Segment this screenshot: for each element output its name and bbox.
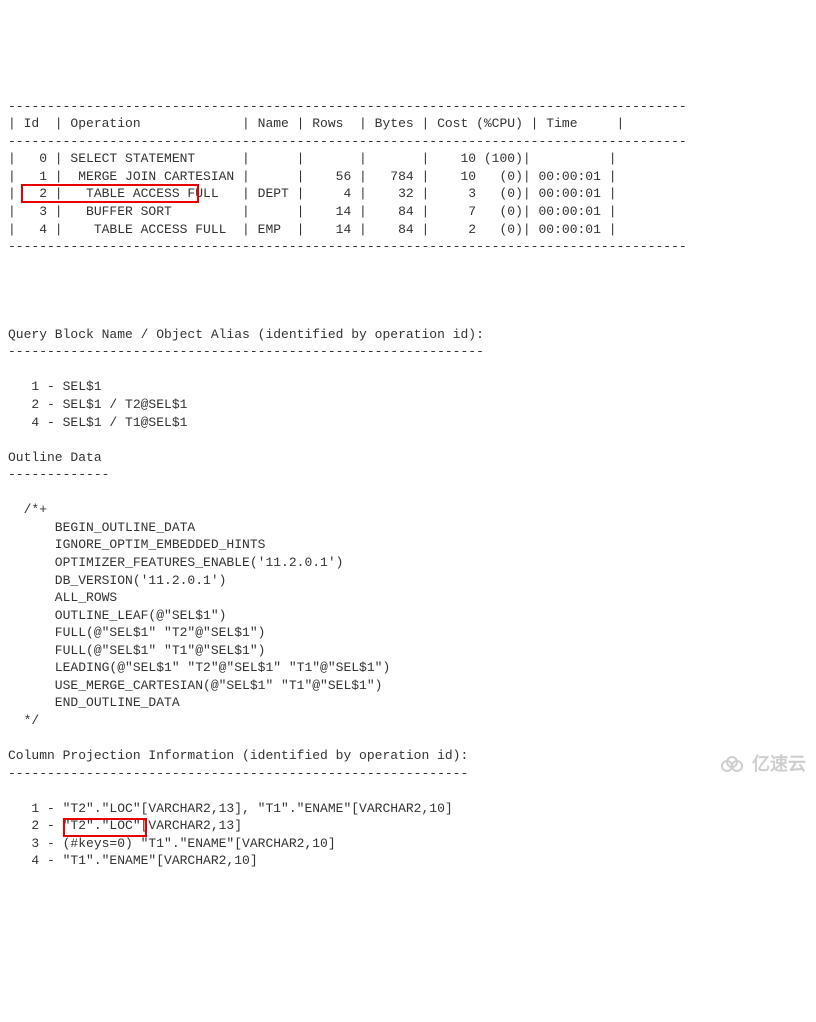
outline-hint-5: OUTLINE_LEAF(@"SEL$1") bbox=[8, 608, 226, 623]
proj-lines: 1 - "T2"."LOC"[VARCHAR2,13], "T1"."ENAME… bbox=[8, 782, 808, 887]
outline-hint-4: ALL_ROWS bbox=[8, 590, 117, 605]
proj-line-2: 2 - "T2"."LOC"[VARCHAR2,13] bbox=[8, 818, 242, 833]
outline-title: Outline Data bbox=[8, 450, 102, 465]
outline-hint-2: OPTIMIZER_FEATURES_ENABLE('11.2.0.1') bbox=[8, 555, 343, 570]
plan-table: ----------------------------------------… bbox=[8, 80, 808, 273]
proj-underline: ----------------------------------------… bbox=[8, 766, 468, 781]
outline-open: /*+ bbox=[8, 502, 47, 517]
outline-close: */ bbox=[8, 713, 39, 728]
outline-underline: ------------- bbox=[8, 467, 109, 482]
outline-hint-0: BEGIN_OUTLINE_DATA bbox=[8, 520, 195, 535]
proj-line-3: 3 - (#keys=0) "T1"."ENAME"[VARCHAR2,10] bbox=[8, 836, 336, 851]
qb-title: Query Block Name / Object Alias (identif… bbox=[8, 327, 484, 342]
qb-line-2: 2 - SEL$1 / T2@SEL$1 bbox=[8, 397, 187, 412]
proj-title: Column Projection Information (identifie… bbox=[8, 748, 468, 763]
qb-line-1: 1 - SEL$1 bbox=[8, 379, 102, 394]
outline-hint-7: FULL(@"SEL$1" "T1"@"SEL$1") bbox=[8, 643, 265, 658]
outline-hint-1: IGNORE_OPTIM_EMBEDDED_HINTS bbox=[8, 537, 265, 552]
plan-table-text: ----------------------------------------… bbox=[8, 99, 687, 254]
proj-line-4: 4 - "T1"."ENAME"[VARCHAR2,10] bbox=[8, 853, 258, 868]
qb-underline: ----------------------------------------… bbox=[8, 344, 484, 359]
qb-line-3: 4 - SEL$1 / T1@SEL$1 bbox=[8, 415, 187, 430]
proj-line-1: 1 - "T2"."LOC"[VARCHAR2,13], "T1"."ENAME… bbox=[8, 801, 453, 816]
watermark-text: 亿速云 bbox=[752, 752, 806, 776]
outline-hint-3: DB_VERSION('11.2.0.1') bbox=[8, 573, 226, 588]
cloud-icon bbox=[718, 755, 748, 773]
outline-hint-6: FULL(@"SEL$1" "T2"@"SEL$1") bbox=[8, 625, 265, 640]
outline-hint-10: END_OUTLINE_DATA bbox=[8, 695, 180, 710]
outline-hint-9: USE_MERGE_CARTESIAN(@"SEL$1" "T1"@"SEL$1… bbox=[8, 678, 382, 693]
watermark: 亿速云 bbox=[718, 752, 806, 776]
outline-hint-8: LEADING(@"SEL$1" "T2"@"SEL$1" "T1"@"SEL$… bbox=[8, 660, 390, 675]
